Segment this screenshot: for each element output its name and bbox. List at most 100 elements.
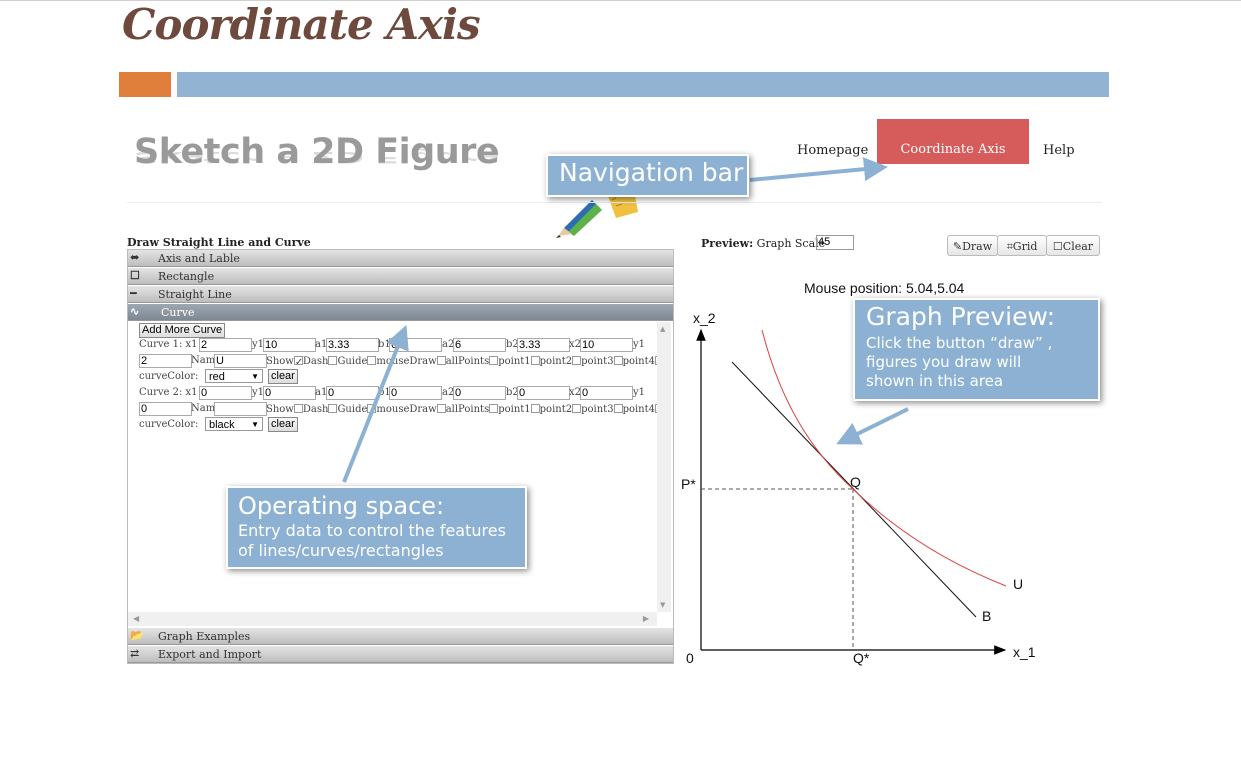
guide-checkbox[interactable] [367, 404, 377, 413]
curve-1-b1-input[interactable]: 6 [389, 338, 442, 352]
mousedraw-label: mouseDraw [376, 356, 437, 367]
scroll-right-icon[interactable]: ▶ [643, 614, 649, 623]
point2-checkbox[interactable] [572, 404, 582, 413]
curve-editor: Add More Curve Curve 1: x1 2 y1 10 a1 3.… [128, 322, 673, 627]
point3-label: point3 [581, 404, 614, 415]
draw-button[interactable]: ✎Draw [947, 235, 998, 256]
curve-color-label: curveColor: [139, 371, 199, 382]
curve-1-b2-input[interactable]: 3.33 [517, 338, 570, 352]
curve-2-options: Show Dash Guide mouseDraw allPoints point1 poi… [266, 403, 665, 415]
dropdown-arrow-icon: ▼ [251, 420, 259, 429]
curve-1-label: Curve 1: x1 [139, 339, 198, 350]
curve-2-x1-input[interactable]: 0 [199, 386, 252, 400]
curve-1-a1-input[interactable]: 3.33 [326, 338, 379, 352]
section-curve[interactable]: ∿ Curve [128, 304, 673, 321]
dash-label: Dash [302, 356, 329, 367]
section-axis-and-label[interactable]: ⬌ Axis and Lable [128, 250, 673, 267]
select-value: red [209, 371, 225, 383]
point1-checkbox[interactable] [530, 356, 540, 365]
panel-title: Draw Straight Line and Curve [127, 236, 311, 249]
curve-1-clear-button[interactable]: clear [268, 369, 298, 384]
dash-label: Dash [302, 404, 329, 415]
curve-2-color-select[interactable]: black ▼ [205, 417, 263, 431]
preview-header: Preview: Graph Scale [701, 237, 825, 250]
scroll-down-icon[interactable]: ▼ [660, 601, 665, 609]
curve-1-y1-input[interactable]: 10 [263, 338, 316, 352]
vertical-scrollbar[interactable]: ▲ ▼ [657, 322, 671, 612]
curve-color-label: curveColor: [139, 419, 199, 430]
y-axis-label: x_2 [693, 310, 716, 326]
section-graph-examples[interactable]: 📂 Graph Examples [128, 628, 673, 645]
curve-2-y1-input[interactable]: 0 [263, 386, 316, 400]
curve-1-a2-input[interactable]: 6 [453, 338, 506, 352]
curve-2-name-input[interactable] [214, 402, 267, 416]
clear-button[interactable]: ☐Clear [1046, 235, 1100, 256]
callout-graph-preview: Graph Preview: Click the button “draw” ,… [853, 298, 1100, 401]
curve-2-label: Curve 2: x1 [139, 387, 198, 398]
grid-button[interactable]: ⌗Grid [997, 235, 1047, 256]
point2-checkbox[interactable] [572, 356, 582, 365]
allpoints-label: allPoints [445, 356, 490, 367]
accent-bar-orange [119, 72, 171, 97]
graph-scale-label: Graph Scale [756, 237, 826, 250]
dash-checkbox[interactable] [328, 356, 338, 365]
section-label: Graph Examples [158, 630, 251, 643]
horizontal-scrollbar[interactable]: ◀ ▶ [128, 612, 657, 626]
y2-label: y1 [633, 387, 646, 398]
curve-2-x2-input[interactable]: 0 [580, 386, 633, 400]
callout-line: Click the button “draw” , [866, 334, 1053, 352]
select-value: black [209, 419, 235, 431]
callout-line: of lines/curves/rectangles [238, 541, 444, 560]
callout-title: Operating space: [238, 492, 445, 520]
graph-scale-input[interactable]: 45 [816, 235, 854, 250]
callout-line: Entry data to control the features [238, 521, 506, 540]
show-checkbox[interactable]: ✓ [293, 356, 303, 368]
curve-1-x1-input[interactable]: 2 [199, 338, 252, 352]
curve-2-b2-input[interactable]: 0 [517, 386, 570, 400]
curve-1-name-input[interactable]: U [214, 354, 267, 368]
curve-1-y2-input[interactable]: 2 [139, 354, 192, 368]
point1-checkbox[interactable] [530, 404, 540, 413]
mousedraw-checkbox[interactable] [436, 404, 446, 413]
guide-checkbox[interactable] [367, 356, 377, 365]
q-point-label: Q [850, 474, 861, 490]
callout-line: shown in this area [866, 372, 1004, 390]
dash-checkbox[interactable] [328, 404, 338, 413]
transfer-icon: ⇄ [130, 647, 140, 660]
curve-1-x2-input[interactable]: 10 [580, 338, 633, 352]
section-rectangle[interactable]: ☐ Rectangle [128, 268, 673, 285]
allpoints-label: allPoints [445, 404, 490, 415]
mousedraw-checkbox[interactable] [436, 356, 446, 365]
curve-1-color-select[interactable]: red ▼ [205, 369, 263, 383]
scroll-left-icon[interactable]: ◀ [133, 614, 139, 623]
point3-checkbox[interactable] [613, 356, 623, 365]
allpoints-checkbox[interactable] [489, 356, 499, 365]
curve-2-a2-input[interactable]: 0 [453, 386, 506, 400]
curve-2-y2-input[interactable]: 0 [139, 402, 192, 416]
section-label: Straight Line [158, 288, 232, 301]
curve-2-b1-input[interactable]: 0 [389, 386, 442, 400]
line-icon: ━ [130, 287, 137, 300]
scroll-up-icon[interactable]: ▲ [660, 325, 665, 333]
section-straight-line[interactable]: ━ Straight Line [128, 286, 673, 303]
point1-label: point1 [498, 356, 531, 367]
add-more-curve-button[interactable]: Add More Curve [139, 323, 226, 338]
section-label: Rectangle [158, 270, 215, 283]
nav-help[interactable]: Help [1043, 143, 1075, 158]
p-star-label: P* [681, 476, 696, 492]
y2-label: y1 [633, 339, 646, 350]
section-export-import[interactable]: ⇄ Export and Import [128, 646, 673, 663]
curve-2-clear-button[interactable]: clear [268, 417, 298, 432]
curve-2-a1-input[interactable]: 0 [326, 386, 379, 400]
accent-bar-blue [177, 72, 1109, 97]
nav-coordinate-axis[interactable]: Coordinate Axis [877, 119, 1029, 164]
point2-label: point2 [539, 404, 573, 415]
point1-label: point1 [498, 404, 531, 415]
nav-homepage[interactable]: Homepage [797, 143, 868, 158]
show-checkbox[interactable] [293, 404, 303, 413]
point3-checkbox[interactable] [613, 404, 623, 413]
callout-operating-space: Operating space: Entry data to control t… [226, 486, 527, 569]
callout-title: Navigation bar [559, 158, 744, 187]
allpoints-checkbox[interactable] [489, 404, 499, 413]
q-star-label: Q* [853, 650, 870, 666]
